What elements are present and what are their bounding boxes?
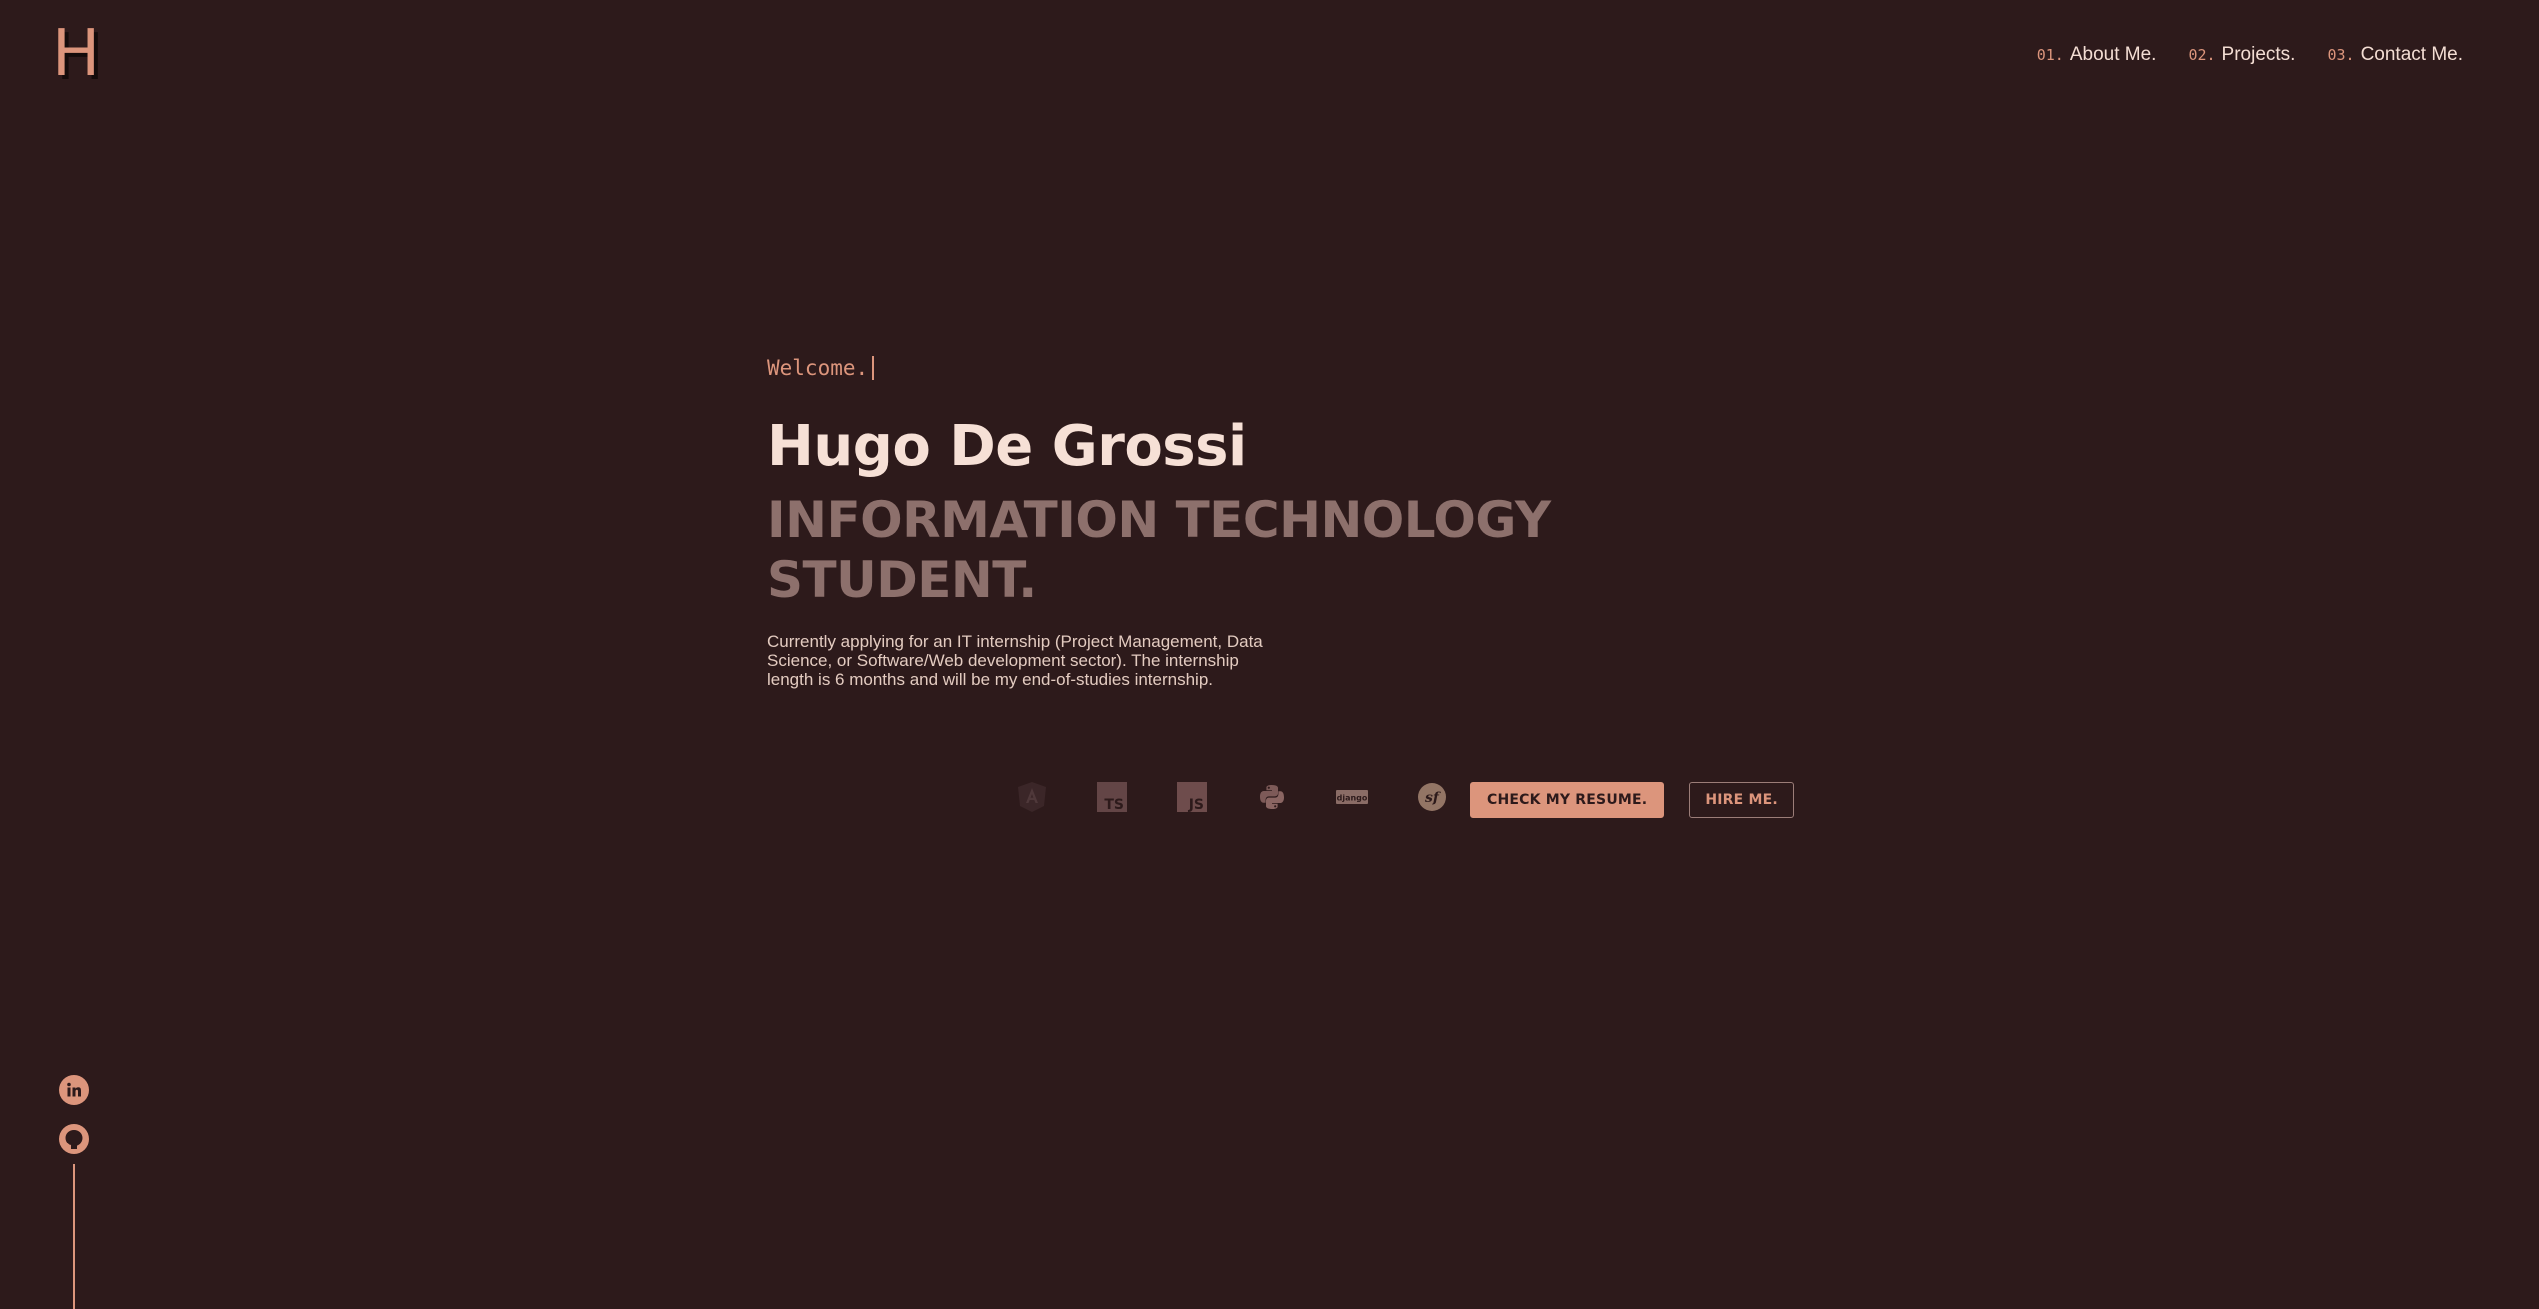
typing-cursor [872,356,875,380]
nav-label: Contact Me. [2360,44,2463,65]
greeting-text: Welcome. [767,356,869,380]
nav-label: About Me. [2069,44,2157,65]
javascript-icon: JS [1176,781,1208,813]
social-links [59,1075,89,1159]
social-divider-line [73,1164,75,1309]
hero-actions: CHECK MY RESUME. HIRE ME. [1470,782,1794,818]
hero-role: INFORMATION TECHNOLOGY STUDENT. [767,490,1551,609]
symfony-icon: sf [1416,781,1448,813]
tech-stack: TS JS django sf [1016,781,1448,813]
nav-number: 03. [2327,46,2355,64]
hero-description: Currently applying for an IT internship … [767,631,1263,689]
linkedin-icon[interactable] [59,1075,89,1110]
typescript-icon: TS [1096,781,1128,813]
django-icon: django [1336,781,1368,813]
logo[interactable]: H [52,22,100,86]
nav-item-contact[interactable]: 03. Contact Me. [2327,44,2463,66]
javascript-label: JS [1188,797,1204,812]
page: H 01. About Me. 02. Projects. 03. Contac… [0,0,2539,1309]
check-resume-button[interactable]: CHECK MY RESUME. [1470,782,1665,818]
main-nav: 01. About Me. 02. Projects. 03. Contact … [2037,44,2463,66]
hero-name: Hugo De Grossi [767,414,1247,479]
github-icon[interactable] [59,1124,89,1159]
python-icon [1256,781,1288,813]
typescript-label: TS [1104,797,1124,812]
greeting: Welcome. [767,356,1767,380]
django-label: django [1337,794,1368,803]
nav-number: 01. [2036,46,2064,64]
nav-item-about[interactable]: 01. About Me. [2037,44,2157,66]
hire-me-button[interactable]: HIRE ME. [1689,782,1794,818]
nav-item-projects[interactable]: 02. Projects. [2188,44,2295,66]
nav-label: Projects. [2221,44,2296,65]
angular-icon [1016,781,1048,813]
hero-section: Welcome. Hugo De Grossi INFORMATION TECH… [767,356,1767,706]
nav-number: 02. [2188,46,2216,64]
